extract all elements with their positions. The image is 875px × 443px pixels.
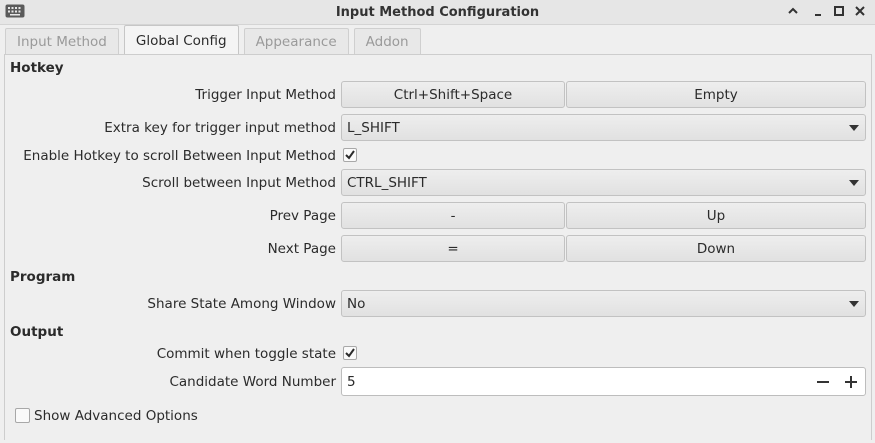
minus-icon[interactable] — [809, 368, 836, 395]
keyboard-icon — [5, 4, 25, 18]
tab-appearance[interactable]: Appearance — [243, 28, 349, 55]
next-page-label: Next Page — [267, 241, 336, 257]
prev-page-key2-button[interactable]: Up — [566, 202, 866, 229]
commit-toggle-label: Commit when toggle state — [156, 346, 336, 362]
section-hotkey: Hotkey — [10, 60, 64, 76]
maximize-icon[interactable] — [831, 3, 847, 19]
section-output: Output — [10, 324, 64, 340]
commit-toggle-checkbox[interactable] — [343, 346, 357, 360]
show-advanced-checkbox[interactable] — [15, 408, 30, 423]
trigger-key1-button[interactable]: Ctrl+Shift+Space — [341, 81, 565, 108]
share-state-dropdown[interactable]: No — [341, 290, 866, 317]
chevron-down-icon — [849, 301, 859, 307]
scroll-between-label: Scroll between Input Method — [142, 175, 336, 191]
prev-page-key1-button[interactable]: - — [341, 202, 565, 229]
scroll-between-dropdown[interactable]: CTRL_SHIFT — [341, 169, 866, 196]
close-icon[interactable] — [852, 3, 868, 19]
candidate-word-label: Candidate Word Number — [169, 374, 336, 390]
extra-key-value: L_SHIFT — [347, 119, 400, 136]
show-advanced-label: Show Advanced Options — [34, 408, 198, 424]
title-bar: Input Method Configuration — [0, 0, 875, 25]
next-page-key2-button[interactable]: Down — [566, 235, 866, 262]
chevron-up-icon[interactable] — [785, 3, 801, 19]
tab-input-method[interactable]: Input Method — [5, 28, 119, 55]
candidate-word-spinbox[interactable]: 5 — [341, 367, 866, 396]
chevron-down-icon — [849, 180, 859, 186]
enable-scroll-checkbox[interactable] — [343, 148, 357, 162]
candidate-word-value[interactable]: 5 — [347, 374, 356, 390]
share-state-label: Share State Among Window — [147, 296, 336, 312]
enable-scroll-label: Enable Hotkey to scroll Between Input Me… — [23, 148, 336, 164]
plus-icon[interactable] — [837, 368, 864, 395]
extra-key-dropdown[interactable]: L_SHIFT — [341, 114, 866, 141]
chevron-down-icon — [849, 125, 859, 131]
minimize-icon[interactable] — [810, 3, 826, 19]
checkmark-icon — [345, 150, 355, 160]
scroll-between-value: CTRL_SHIFT — [347, 174, 427, 191]
tab-bar: Input Method Global Config Appearance Ad… — [5, 25, 426, 55]
trigger-input-method-label: Trigger Input Method — [195, 87, 336, 103]
section-program: Program — [10, 269, 76, 285]
tab-addon[interactable]: Addon — [353, 28, 421, 55]
checkmark-icon — [345, 348, 355, 358]
next-page-key1-button[interactable]: = — [341, 235, 565, 262]
prev-page-label: Prev Page — [269, 208, 336, 224]
window-title: Input Method Configuration — [335, 4, 540, 20]
trigger-key2-button[interactable]: Empty — [566, 81, 866, 108]
tab-global-config[interactable]: Global Config — [123, 25, 239, 55]
share-state-value: No — [347, 295, 366, 312]
extra-key-label: Extra key for trigger input method — [104, 120, 336, 136]
